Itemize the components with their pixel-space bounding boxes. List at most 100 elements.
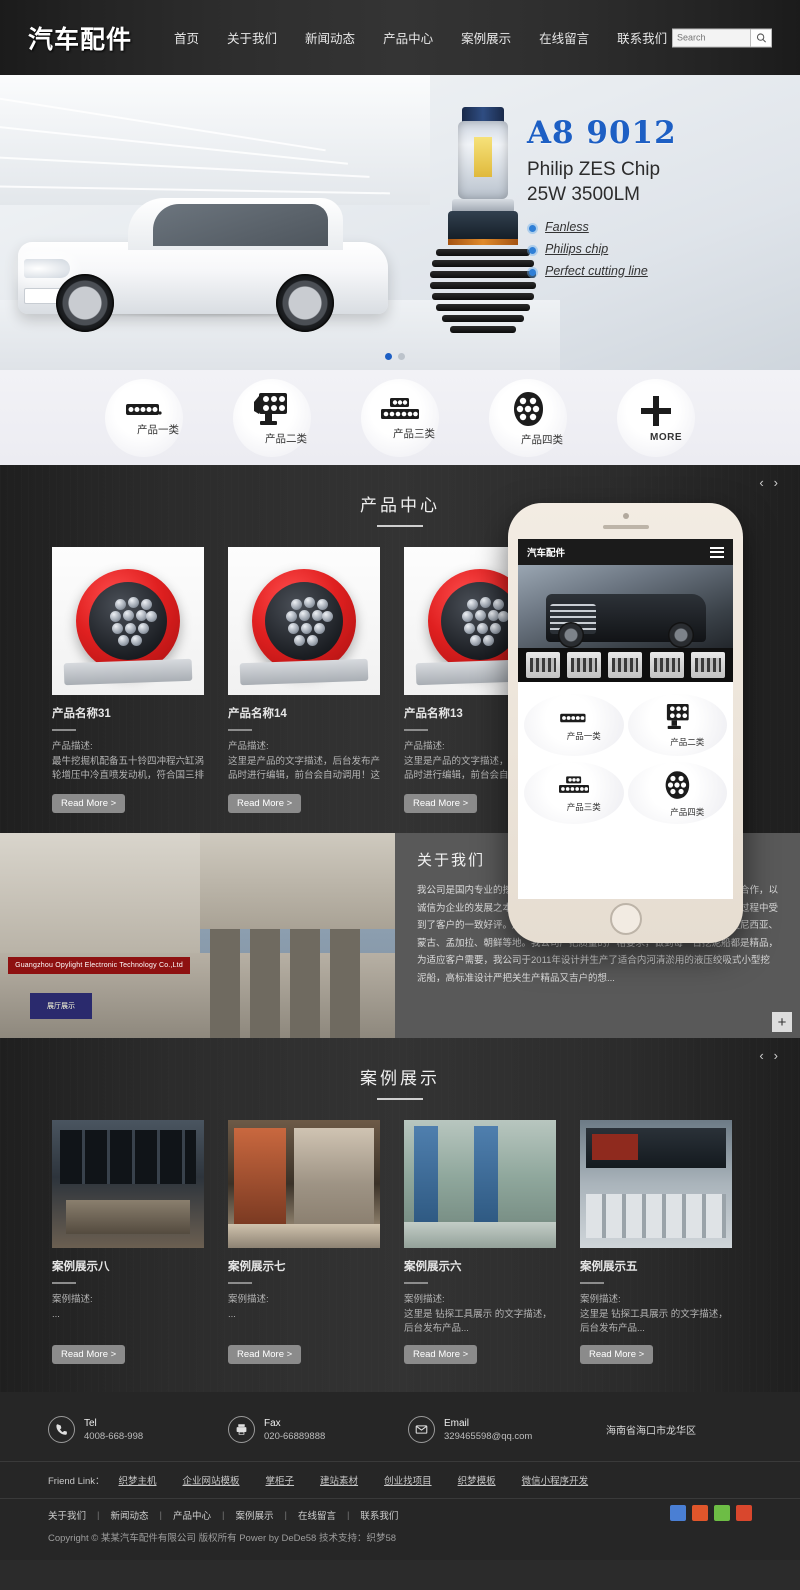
youtube-icon[interactable]	[736, 1505, 752, 1521]
friend-link-3[interactable]: 建站素材	[320, 1473, 358, 1487]
product-desc-label: 产品描述:	[52, 741, 93, 752]
site-logo[interactable]: 汽车配件	[28, 20, 132, 56]
phone-thumb[interactable]	[608, 652, 643, 678]
cases-next-arrow[interactable]: ›	[774, 1048, 778, 1063]
wechat-icon[interactable]	[714, 1505, 730, 1521]
product-image	[228, 547, 380, 695]
phone-thumb[interactable]	[525, 652, 560, 678]
case-card[interactable]: 案例展示八 案例描述: ... Read More >	[52, 1120, 204, 1364]
product-card[interactable]: 产品名称14 产品描述: 这里是产品的文字描述，后台发布产品时进行编辑，前台会自…	[228, 547, 380, 813]
phone-category-item-4[interactable]: 产品四类	[627, 762, 727, 824]
product-read-more-button[interactable]: Read More >	[52, 794, 126, 813]
friend-link-2[interactable]: 掌柜子	[266, 1473, 295, 1487]
product-card[interactable]: 产品名称31 产品描述: 最牛挖掘机配备五十铃四冲程六缸涡轮增压中冷直喷发动机，…	[52, 547, 204, 813]
nav-item-message[interactable]: 在线留言	[525, 22, 603, 53]
nav-item-news[interactable]: 新闻动态	[291, 22, 369, 53]
case-card[interactable]: 案例展示七 案例描述: ... Read More >	[228, 1120, 380, 1364]
contact-email: Email 329465598@qq.com	[408, 1416, 588, 1443]
footer-link-message[interactable]: 在线留言	[298, 1508, 336, 1522]
nav-item-home[interactable]: 首页	[160, 22, 213, 53]
product-desc-text: 这里是产品的文字描述，后台发布产品时进行编辑，前台会自动调用！这里是...	[228, 755, 380, 782]
category-item-1[interactable]: 产品一类	[105, 378, 183, 457]
case-read-more-button[interactable]: Read More >	[404, 1345, 478, 1364]
facebook-icon[interactable]	[692, 1505, 708, 1521]
case-desc-label: 案例描述:	[52, 1294, 93, 1305]
product-rule	[52, 729, 76, 731]
banner-dot-0[interactable]	[385, 353, 392, 360]
friend-link-6[interactable]: 微信小程序开发	[522, 1473, 589, 1487]
about-signboard: Guangzhou Opylight Electronic Technology…	[8, 957, 190, 974]
phone-hero-image	[518, 565, 733, 648]
phone-thumb[interactable]	[567, 652, 602, 678]
banner-feature-0[interactable]: Fanless	[527, 220, 772, 234]
category-item-more[interactable]: MORE	[617, 378, 695, 457]
about-expand-button[interactable]: +	[772, 1012, 792, 1032]
phone-logo[interactable]: 汽车配件	[527, 545, 565, 559]
separator: |	[221, 1509, 225, 1521]
led-round-icon	[512, 392, 544, 426]
case-desc-text: 这里是 钻探工具展示 的文字描述，后台发布产品...	[580, 1308, 728, 1335]
footer-link-cases[interactable]: 案例展示	[235, 1508, 273, 1522]
case-read-more-button[interactable]: Read More >	[228, 1345, 302, 1364]
site-footer: Tel 4008-668-998 Fax 020-66889888 Email …	[0, 1392, 800, 1560]
search-button[interactable]	[750, 28, 772, 47]
twitter-icon[interactable]	[670, 1505, 686, 1521]
banner-dot-1[interactable]	[398, 353, 405, 360]
case-card[interactable]: 案例展示五 案例描述: 这里是 钻探工具展示 的文字描述，后台发布产品... R…	[580, 1120, 732, 1364]
phone-category-item-2[interactable]: 产品二类	[627, 694, 727, 756]
cases-carousel-arrows: ‹ ›	[759, 1048, 778, 1063]
category-item-2[interactable]: 产品二类	[233, 378, 311, 457]
nav-item-cases[interactable]: 案例展示	[447, 22, 525, 53]
led-panel-icon	[663, 704, 691, 734]
phone-category-label-3: 产品三类	[566, 801, 601, 812]
case-image	[580, 1120, 732, 1248]
phone-thumb[interactable]	[649, 652, 684, 678]
separator: |	[284, 1509, 287, 1521]
footer-link-about[interactable]: 关于我们	[48, 1508, 86, 1522]
nav-item-about[interactable]: 关于我们	[213, 22, 291, 53]
product-read-more-button[interactable]: Read More >	[228, 794, 302, 813]
case-read-more-button[interactable]: Read More >	[52, 1345, 126, 1364]
phone-home-button[interactable]	[609, 903, 642, 935]
phone-thumb[interactable]	[691, 652, 726, 678]
friend-link-1[interactable]: 企业网站模板	[183, 1473, 240, 1487]
product-read-more-button[interactable]: Read More >	[404, 794, 478, 813]
category-item-3[interactable]: 产品三类	[361, 378, 439, 457]
case-name: 案例展示八	[52, 1261, 110, 1273]
banner-feature-2[interactable]: Perfect cutting line	[527, 264, 772, 278]
category-label-more: MORE	[650, 432, 682, 443]
footer-link-news[interactable]: 新闻动态	[110, 1508, 148, 1522]
product-image	[52, 547, 204, 695]
case-desc-label: 案例描述:	[404, 1294, 445, 1305]
led-stack-icon	[558, 775, 589, 799]
products-prev-arrow[interactable]: ‹	[759, 475, 763, 490]
banner-feature-list: Fanless Philips chip Perfect cutting lin…	[527, 220, 772, 278]
hamburger-icon[interactable]	[710, 546, 724, 558]
title-underline	[377, 1098, 423, 1100]
footer-link-products[interactable]: 产品中心	[173, 1508, 211, 1522]
phone-category-item-1[interactable]: 产品一类	[524, 694, 624, 756]
friend-link-4[interactable]: 创业找项目	[384, 1473, 432, 1487]
footer-link-contact[interactable]: 联系我们	[360, 1508, 398, 1522]
phone-icon	[48, 1416, 75, 1443]
friend-link-0[interactable]: 织梦主机	[119, 1473, 157, 1487]
cases-prev-arrow[interactable]: ‹	[759, 1048, 763, 1063]
case-image	[404, 1120, 556, 1248]
friend-link-5[interactable]: 织梦模板	[458, 1473, 496, 1487]
products-next-arrow[interactable]: ›	[774, 475, 778, 490]
case-read-more-button[interactable]: Read More >	[580, 1345, 654, 1364]
search-input[interactable]	[672, 28, 750, 47]
contact-value: 4008-668-998	[84, 1430, 144, 1442]
nav-item-contact[interactable]: 联系我们	[603, 22, 681, 53]
case-card[interactable]: 案例展示六 案例描述: 这里是 钻探工具展示 的文字描述，后台发布产品... R…	[404, 1120, 556, 1364]
site-header: 汽车配件 首页 关于我们 新闻动态 产品中心 案例展示 在线留言 联系我们	[0, 0, 800, 75]
banner-feature-1[interactable]: Philips chip	[527, 242, 772, 256]
product-name: 产品名称14	[228, 708, 287, 720]
nav-item-products[interactable]: 产品中心	[369, 22, 447, 53]
banner-subtitle-line1: Philip ZES Chip	[527, 159, 661, 180]
phone-category-label-2: 产品二类	[670, 737, 705, 747]
phone-category-item-3[interactable]: 产品三类	[524, 762, 624, 824]
category-item-4[interactable]: 产品四类	[489, 378, 567, 457]
friend-links-row: Friend Link： 织梦主机 企业网站模板 掌柜子 建站素材 创业找项目 …	[0, 1461, 800, 1498]
case-rule	[52, 1282, 76, 1284]
